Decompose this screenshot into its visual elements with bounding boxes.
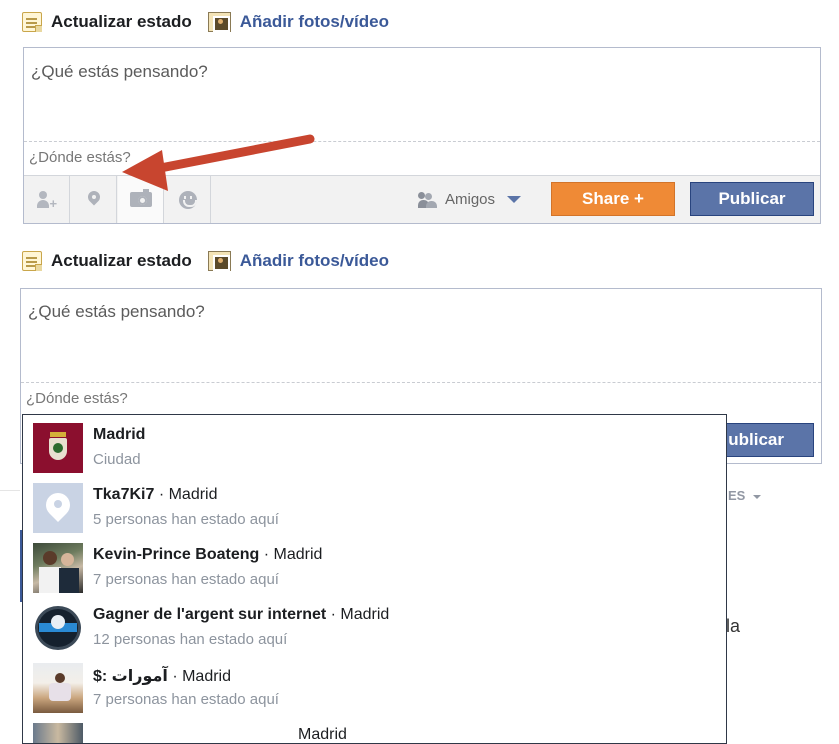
suggestion-name: $: آمورات [93,668,168,685]
tab-add-photo-video[interactable]: Añadir fotos/vídeo [207,12,389,32]
status-textarea[interactable]: ¿Qué estás pensando? [31,62,208,82]
suggestion-location: · Madrid [167,668,231,685]
suggestion-title: $: آمورات · Madrid [93,666,231,686]
tab-add-photo-video-2[interactable]: Añadir fotos/vídeo [207,251,389,271]
composer2-divider [21,382,821,383]
suggestion-title: Gagner de l'argent sur internet · Madrid [93,606,389,624]
composer1-actionbar: + Amigos Share + Publicar [24,175,820,223]
background-divider [0,490,20,491]
logo-thumbnail [33,603,83,653]
tab-update-status-label-2: Actualizar estado [51,251,192,270]
suggestion-subtitle: 7 personas han estado aquí [93,691,279,708]
profile-photo-thumbnail [33,663,83,713]
profile-photo-thumbnail [33,543,83,593]
composer1-divider [24,141,820,142]
composer1-box: ¿Qué estás pensando? ¿Dónde estás? + Ami… [23,47,821,224]
add-location-button[interactable] [71,176,117,223]
suggestion-title: Madrid [93,426,145,444]
status-note-icon [22,12,42,32]
place-pin-thumbnail [33,483,83,533]
tab-add-photo-video-label-2: Añadir fotos/vídeo [239,251,389,270]
suggestion-item[interactable]: Kevin-Prince Boateng · Madrid 7 personas… [23,535,726,595]
audience-selector[interactable]: Amigos [418,176,522,223]
suggestion-title: Tka7Ki7 · Madrid [93,486,218,504]
suggestion-subtitle: 12 personas han estado aquí [93,631,288,648]
background-sort-label-text: ES [728,488,746,503]
suggestion-name: Madrid [93,426,146,443]
chevron-down-icon [507,196,522,203]
person-plus-icon: + [36,190,57,210]
suggestion-item[interactable]: Gagner de l'argent sur internet · Madrid… [23,595,726,655]
location-prompt[interactable]: ¿Dónde estás? [29,149,131,166]
photo-icon [207,251,231,271]
smiley-icon [178,190,197,209]
tab-update-status-label: Actualizar estado [51,12,192,31]
camera-icon [129,189,152,207]
publish-button-2-label: ublicar [728,430,784,449]
suggestion-name: Gagner de l'argent sur internet [93,606,327,623]
tab-update-status[interactable]: Actualizar estado [22,12,192,32]
status-textarea-2[interactable]: ¿Qué estás pensando? [28,302,205,322]
composer2-tabbar: Actualizar estado Añadir fotos/vídeo [22,248,405,274]
profile-photo-thumbnail [33,723,83,743]
suggestion-item[interactable]: Madrid Ciudad [23,415,726,475]
add-photo-button[interactable] [118,176,164,223]
suggestion-name: Kevin-Prince Boateng [93,546,260,563]
madrid-coat-of-arms-thumbnail [33,423,83,473]
suggestion-title: Kevin-Prince Boateng · Madrid [93,546,322,564]
add-feeling-button[interactable] [165,176,211,223]
suggestion-subtitle: 5 personas han estado aquí [93,511,279,528]
suggestion-subtitle: Ciudad [93,451,141,468]
suggestion-title: Madrid [298,726,347,743]
suggestion-item[interactable]: $: آمورات · Madrid 7 personas han estado… [23,655,726,715]
suggestion-subtitle: 7 personas han estado aquí [93,571,279,588]
background-text-fragment: la [726,616,741,636]
suggestion-location: · Madrid [259,546,323,563]
suggestion-item[interactable]: Tka7Ki7 · Madrid 5 personas han estado a… [23,475,726,535]
suggestion-location: Madrid [298,726,347,743]
location-pin-icon [88,191,100,209]
suggestion-name: Tka7Ki7 [93,486,155,503]
audience-label: Amigos [445,191,496,208]
chevron-down-icon [752,494,761,499]
suggestion-location: · Madrid [326,606,390,623]
tab-update-status-2[interactable]: Actualizar estado [22,251,192,271]
suggestion-item[interactable]: Madrid [23,715,726,743]
publish-button[interactable]: Publicar [690,182,814,216]
suggestion-location: · Madrid [154,486,218,503]
background-sort-label[interactable]: ES [728,488,761,503]
tab-add-photo-video-label: Añadir fotos/vídeo [239,12,389,31]
tag-friends-button[interactable]: + [24,176,70,223]
location-input[interactable]: ¿Dónde estás? [26,390,128,407]
friends-icon [418,191,438,208]
status-note-icon [22,251,42,271]
location-suggestions-dropdown: Madrid Ciudad Tka7Ki7 · Madrid 5 persona… [22,414,727,744]
composer1-tabbar: Actualizar estado Añadir fotos/vídeo [22,9,405,35]
share-plus-button[interactable]: Share + [551,182,675,216]
photo-icon [207,12,231,32]
